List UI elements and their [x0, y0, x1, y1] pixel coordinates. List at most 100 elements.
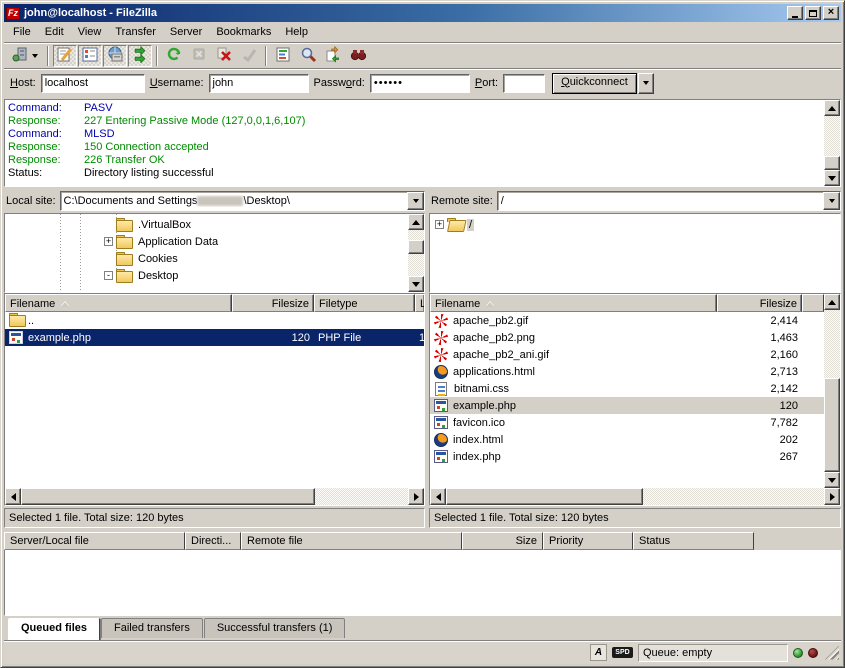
queue-tab[interactable]: Successful transfers (1) [204, 618, 346, 638]
remote-list-vscrollbar[interactable] [824, 294, 840, 488]
scroll-right-button[interactable] [408, 488, 424, 505]
queue-column-header[interactable]: Remote file [241, 532, 462, 550]
remote-file-row[interactable]: index.php 267 [430, 448, 824, 465]
queue-column-header[interactable]: Size [462, 532, 543, 550]
remote-file-row[interactable]: apache_pb2.png 1,463 [430, 329, 824, 346]
queue-column-header[interactable]: Status [633, 532, 754, 550]
tree-expander-icon[interactable]: + [104, 237, 113, 246]
local-tree-item[interactable]: + Application Data [5, 233, 408, 250]
title-bar[interactable]: Fz john@localhost - FileZilla × [4, 4, 841, 22]
local-tree-item[interactable]: Cookies [5, 250, 408, 267]
queue-tab[interactable]: Queued files [8, 618, 100, 640]
synchronized-browsing-button[interactable] [321, 45, 345, 67]
scroll-thumb[interactable] [408, 240, 424, 254]
scroll-down-button[interactable] [824, 472, 840, 488]
scroll-right-button[interactable] [824, 488, 840, 505]
scroll-track[interactable] [824, 310, 840, 472]
scroll-down-button[interactable] [408, 276, 424, 292]
find-files-button[interactable] [346, 45, 370, 67]
local-file-row[interactable]: example.php 120 PHP File 1 [5, 329, 424, 346]
column-header-filesize[interactable]: Filesize [717, 294, 802, 312]
queue-column-header[interactable]: Priority [543, 532, 633, 550]
toggle-queue-button[interactable] [128, 45, 152, 67]
local-tree-item[interactable]: .VirtualBox [5, 216, 408, 233]
local-site-combo[interactable]: C:\Documents and Settings\Desktop\ [60, 191, 425, 211]
remote-site-label: Remote site: [429, 195, 493, 207]
local-tree-item[interactable]: - Desktop [5, 267, 408, 284]
scroll-down-button[interactable] [824, 170, 840, 186]
scroll-thumb[interactable] [446, 488, 643, 505]
remote-tree-item[interactable]: + / [430, 216, 840, 233]
cancel-button[interactable] [212, 45, 236, 67]
username-input[interactable]: john [209, 74, 309, 93]
filter-button[interactable] [271, 45, 295, 67]
toggle-local-tree-button[interactable] [78, 45, 102, 67]
host-input[interactable]: localhost [41, 74, 145, 93]
remote-file-row[interactable]: favicon.ico 7,782 [430, 414, 824, 431]
tree-expander-icon[interactable]: - [104, 271, 113, 280]
quickconnect-button[interactable]: Quickconnect [552, 73, 637, 94]
log-scrollbar[interactable] [824, 100, 840, 186]
scroll-track[interactable] [21, 488, 408, 505]
remote-file-row[interactable]: example.php 120 [430, 397, 824, 414]
column-header-lastmodified[interactable]: L [415, 294, 424, 312]
column-header-filename[interactable]: Filename [5, 294, 232, 312]
scroll-up-button[interactable] [824, 294, 840, 310]
tree-expander-icon[interactable]: + [435, 220, 444, 229]
scroll-left-button[interactable] [430, 488, 446, 505]
disconnect-button[interactable] [237, 45, 261, 67]
menu-item[interactable]: Help [278, 24, 315, 40]
scroll-up-button[interactable] [408, 214, 424, 230]
process-queue-button[interactable] [187, 45, 211, 67]
local-file-row[interactable]: .. [5, 312, 424, 329]
scroll-up-button[interactable] [824, 100, 840, 116]
remote-list-hscrollbar[interactable] [430, 488, 840, 505]
toggle-remote-tree-button[interactable] [103, 45, 127, 67]
queue-tab[interactable]: Failed transfers [101, 618, 203, 638]
file-search-button[interactable] [296, 45, 320, 67]
local-tree-scrollbar[interactable] [408, 214, 424, 292]
minimize-button[interactable] [787, 6, 803, 20]
queue-body[interactable] [4, 550, 841, 616]
port-input[interactable] [503, 74, 545, 93]
menu-item[interactable]: File [6, 24, 38, 40]
column-header-filetype[interactable]: Filetype [314, 294, 415, 312]
queue-column-header[interactable]: Directi... [185, 532, 241, 550]
speed-limit-indicator-icon[interactable]: SPD [612, 647, 633, 658]
refresh-button[interactable] [162, 45, 186, 67]
remote-site-combo[interactable]: / [497, 191, 841, 211]
resize-grip[interactable] [825, 646, 839, 660]
remote-site-dropdown-button[interactable] [823, 192, 840, 210]
scroll-track[interactable] [408, 230, 424, 276]
quickconnect-dropdown-button[interactable] [638, 73, 654, 94]
scroll-thumb[interactable] [824, 378, 840, 472]
remote-file-row[interactable]: bitnami.css 2,142 [430, 380, 824, 397]
menu-item[interactable]: Bookmarks [209, 24, 278, 40]
scroll-track[interactable] [824, 116, 840, 170]
column-header-filename[interactable]: Filename [430, 294, 717, 312]
scroll-left-button[interactable] [5, 488, 21, 505]
remote-file-row[interactable]: apache_pb2.gif 2,414 [430, 312, 824, 329]
scroll-track[interactable] [446, 488, 824, 505]
remote-path: / [501, 195, 823, 207]
local-site-dropdown-button[interactable] [407, 192, 424, 210]
column-header-filesize[interactable]: Filesize [232, 294, 314, 312]
toggle-log-view-button[interactable] [53, 45, 77, 67]
remote-file-row[interactable]: apache_pb2_ani.gif 2,160 [430, 346, 824, 363]
site-manager-button[interactable] [9, 45, 43, 67]
queue-column-header[interactable]: Server/Local file [4, 532, 185, 550]
transfer-type-indicator-icon[interactable]: A [590, 644, 607, 661]
remote-file-row[interactable]: applications.html 2,713 [430, 363, 824, 380]
close-button[interactable]: × [823, 6, 839, 20]
toolbar-separator [265, 46, 267, 66]
menu-item[interactable]: Edit [38, 24, 71, 40]
menu-item[interactable]: Transfer [108, 24, 163, 40]
menu-item[interactable]: Server [163, 24, 209, 40]
scroll-thumb[interactable] [824, 156, 840, 170]
menu-item[interactable]: View [71, 24, 109, 40]
password-input[interactable]: •••••• [370, 74, 470, 93]
remote-file-row[interactable]: index.html 202 [430, 431, 824, 448]
scroll-thumb[interactable] [21, 488, 315, 505]
maximize-button[interactable] [805, 6, 821, 20]
local-list-hscrollbar[interactable] [5, 488, 424, 505]
